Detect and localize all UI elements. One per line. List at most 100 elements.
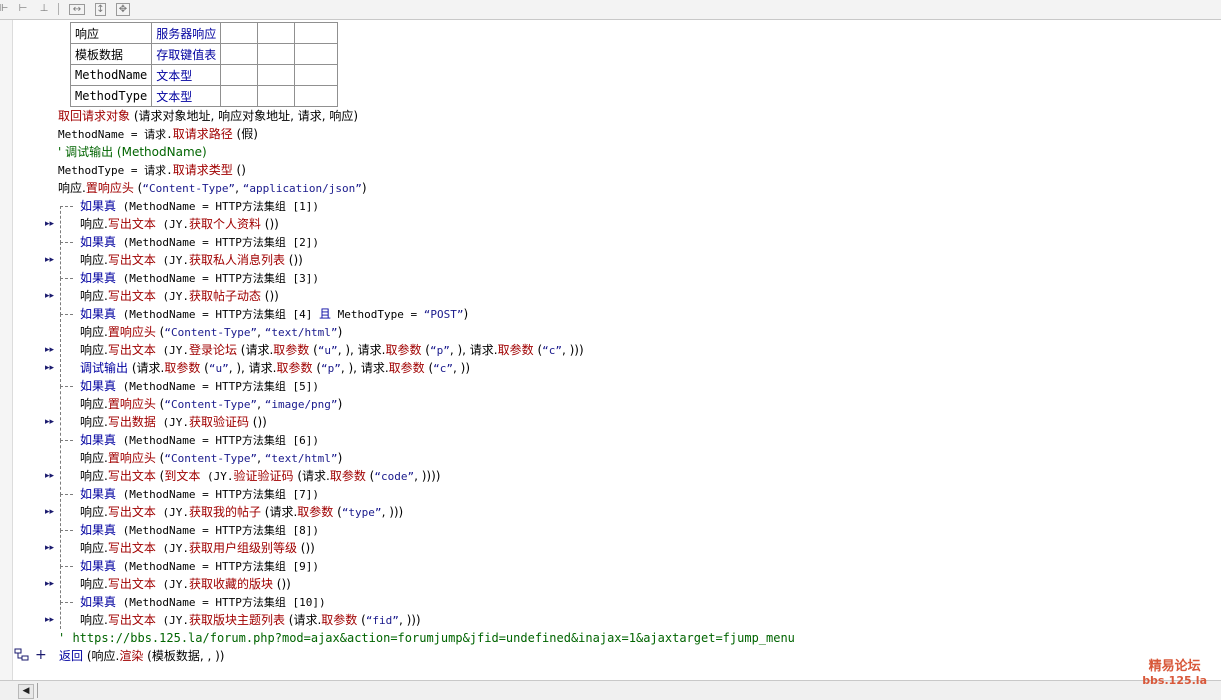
- empty-cell[interactable]: [294, 85, 339, 107]
- code-line[interactable]: 如果真 (MethodName = HTTP方法集组 [8]): [80, 521, 319, 539]
- code-line[interactable]: 响应.置响应头 (“Content-Type”, “text/html”): [80, 449, 342, 467]
- empty-cell[interactable]: [257, 43, 296, 65]
- var-type[interactable]: 存取键值表: [151, 43, 222, 65]
- code-text: (MethodName = HTTP方法集组 [4]: [116, 308, 319, 321]
- fold-marker-icon[interactable]: ▸▸: [45, 287, 54, 305]
- fold-marker-icon[interactable]: ▸▸: [45, 467, 54, 485]
- code-line[interactable]: 响应.写出文本 (JY.获取个人资料 ()): [80, 215, 279, 233]
- empty-cell[interactable]: [257, 22, 296, 44]
- fold-marker-icon[interactable]: ▸▸: [45, 359, 54, 377]
- code-line[interactable]: 响应.写出数据 (JY.获取验证码 ()): [80, 413, 267, 431]
- function-name: 获取个人资料: [188, 217, 261, 231]
- code-line[interactable]: 响应.写出文本 (JY.获取私人消息列表 ()): [80, 251, 303, 269]
- code-line[interactable]: 返回 (响应.渲染 (模板数据, , )): [59, 647, 224, 665]
- fold-marker-icon[interactable]: ▸▸: [45, 251, 54, 269]
- scroll-left-icon[interactable]: ◀: [18, 684, 34, 699]
- code-text: ,: [257, 325, 265, 339]
- expand-plus-icon[interactable]: +: [35, 647, 47, 663]
- var-type[interactable]: 服务器响应: [151, 22, 222, 44]
- function-name: 获取帖子动态: [188, 289, 261, 303]
- code-text: (MethodName = HTTP方法集组 [8]): [116, 524, 319, 537]
- height-icon[interactable]: ↕: [95, 3, 106, 16]
- code-line[interactable]: 如果真 (MethodName = HTTP方法集组 [10]): [80, 593, 326, 611]
- fold-marker-icon[interactable]: ▸▸: [45, 539, 54, 557]
- code-text: (MethodName = HTTP方法集组 [9]): [116, 560, 319, 573]
- code-text: , )): [453, 361, 471, 375]
- align-left-icon[interactable]: ⊩: [0, 2, 11, 15]
- code-line[interactable]: 如果真 (MethodName = HTTP方法集组 [5]): [80, 377, 319, 395]
- var-type[interactable]: 文本型: [151, 64, 222, 86]
- code-line[interactable]: 响应.写出文本 (JY.获取版块主题列表 (请求.取参数 (“fid”, ))): [80, 611, 421, 629]
- empty-cell[interactable]: [294, 43, 339, 65]
- fold-marker-icon[interactable]: ▸▸: [45, 215, 54, 233]
- code-line[interactable]: MethodName = 请求.取请求路径 (假): [58, 125, 258, 143]
- width-icon[interactable]: ↔: [69, 4, 85, 15]
- function-name: 写出文本: [107, 577, 156, 591]
- code-line[interactable]: 如果真 (MethodName = HTTP方法集组 [4] 且 MethodT…: [80, 305, 468, 323]
- align-hspace-icon[interactable]: ⊢: [16, 2, 30, 15]
- code-line[interactable]: 响应.写出文本 (到文本 (JY.验证验证码 (请求.取参数 (“code”, …: [80, 467, 440, 485]
- code-line[interactable]: 取回请求对象 (请求对象地址, 响应对象地址, 请求, 响应): [58, 107, 358, 125]
- code-line[interactable]: 响应.写出文本 (JY.获取帖子动态 ()): [80, 287, 279, 305]
- table-row[interactable]: MethodType 文本型: [69, 85, 339, 107]
- empty-cell[interactable]: [220, 85, 259, 107]
- code-text: , ), 请求.: [337, 343, 386, 357]
- code-text: (MethodName = HTTP方法集组 [6]): [116, 434, 319, 447]
- size-icon[interactable]: ✥: [116, 3, 130, 16]
- empty-cell[interactable]: [294, 64, 339, 86]
- empty-cell[interactable]: [294, 22, 339, 44]
- empty-cell[interactable]: [220, 22, 259, 44]
- fold-marker-icon[interactable]: ▸▸: [45, 611, 54, 629]
- var-type[interactable]: 文本型: [151, 85, 222, 107]
- fold-marker-icon[interactable]: ▸▸: [45, 341, 54, 359]
- keyword: 且: [318, 307, 331, 321]
- code-text: (: [533, 343, 543, 357]
- code-text: ,: [235, 181, 243, 195]
- fold-marker-icon[interactable]: ▸▸: [45, 575, 54, 593]
- code-line[interactable]: 如果真 (MethodName = HTTP方法集组 [9]): [80, 557, 319, 575]
- if-block-bracket: [60, 440, 73, 495]
- code-line[interactable]: MethodType = 请求.取请求类型 (): [58, 161, 246, 179]
- comment-line[interactable]: ' https://bbs.125.la/forum.php?mod=ajax&…: [58, 629, 795, 647]
- code-line[interactable]: 响应.写出文本 (JY.获取用户组级别等级 ()): [80, 539, 315, 557]
- code-text: (: [357, 613, 366, 627]
- function-name: 获取验证码: [188, 415, 249, 429]
- comment-line[interactable]: ' 调试输出 (MethodName): [58, 143, 207, 161]
- var-name[interactable]: MethodName: [69, 64, 153, 86]
- code-line[interactable]: 如果真 (MethodName = HTTP方法集组 [3]): [80, 269, 319, 287]
- code-line[interactable]: 调试输出 (请求.取参数 (“u”, ), 请求.取参数 (“p”, ), 请求…: [80, 359, 470, 377]
- table-row[interactable]: 模板数据 存取键值表: [69, 43, 339, 65]
- if-block-bracket: [60, 386, 73, 441]
- code-line[interactable]: 如果真 (MethodName = HTTP方法集组 [7]): [80, 485, 319, 503]
- align-vspace-icon[interactable]: ⊥: [37, 2, 51, 15]
- code-line[interactable]: 响应.置响应头 (“Content-Type”, “image/png”): [80, 395, 342, 413]
- horizontal-scrollbar[interactable]: ◀: [0, 680, 1221, 700]
- table-row[interactable]: 响应 服务器响应: [69, 22, 339, 44]
- fold-marker-icon[interactable]: ▸▸: [45, 503, 54, 521]
- code-line[interactable]: 响应.写出文本 (JY.获取收藏的版块 ()): [80, 575, 291, 593]
- code-line[interactable]: 响应.写出文本 (JY.登录论坛 (请求.取参数 (“u”, ), 请求.取参数…: [80, 341, 584, 359]
- code-text: ()): [296, 541, 315, 555]
- function-name: 渲染: [119, 649, 144, 663]
- code-text: , ))): [398, 613, 421, 627]
- empty-cell[interactable]: [257, 85, 296, 107]
- code-line[interactable]: 如果真 (MethodName = HTTP方法集组 [1]): [80, 197, 319, 215]
- code-line[interactable]: 响应.置响应头 (“Content-Type”, “text/html”): [80, 323, 342, 341]
- watermark: 精易论坛 bbs.125.la: [1142, 659, 1207, 687]
- string-literal: “POST”: [423, 308, 464, 321]
- empty-cell[interactable]: [257, 64, 296, 86]
- code-line[interactable]: 响应.置响应头 (“Content-Type”, “application/js…: [58, 179, 367, 197]
- code-text: , ), 请求.: [340, 361, 389, 375]
- empty-cell[interactable]: [220, 43, 259, 65]
- string-literal: “u”: [208, 362, 229, 375]
- empty-cell[interactable]: [220, 64, 259, 86]
- var-name[interactable]: 响应: [69, 22, 153, 44]
- var-name[interactable]: MethodType: [69, 85, 153, 107]
- table-row[interactable]: MethodName 文本型: [69, 64, 339, 86]
- var-name[interactable]: 模板数据: [69, 43, 153, 65]
- code-line[interactable]: 响应.写出文本 (JY.获取我的帖子 (请求.取参数 (“type”, ))): [80, 503, 403, 521]
- code-line[interactable]: 如果真 (MethodName = HTTP方法集组 [2]): [80, 233, 319, 251]
- code-line[interactable]: 如果真 (MethodName = HTTP方法集组 [6]): [80, 431, 319, 449]
- fold-marker-icon[interactable]: ▸▸: [45, 413, 54, 431]
- code-text: (JY.: [155, 542, 189, 555]
